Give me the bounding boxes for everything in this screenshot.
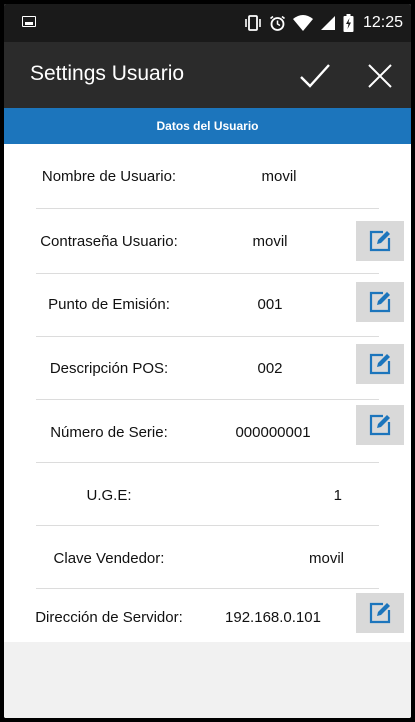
field-value: 192.168.0.101 [225,609,321,626]
check-icon [300,64,330,88]
edit-icon [369,602,391,624]
row-uge: U.G.E: 1 [4,463,411,526]
edit-numero-serie-button[interactable] [356,405,404,445]
signal-icon [320,15,336,31]
field-value: movil [261,168,297,185]
edit-icon [369,414,391,436]
field-value: movil [308,550,344,567]
field-label: Contraseña Usuario: [40,233,178,250]
edit-punto-emision-button[interactable] [356,282,404,322]
close-icon [368,64,392,88]
row-direccion-servidor: Dirección de Servidor: 192.168.0.101 [4,589,411,642]
status-bar: 12:25 [4,4,411,42]
field-label: Clave Vendedor: [53,550,165,567]
status-icons: 12:25 [244,12,403,34]
status-clock: 12:25 [362,14,403,31]
field-label: U.G.E: [86,487,132,504]
row-descripcion-pos: Descripción POS: 002 [4,337,411,400]
vibrate-icon [244,15,262,31]
field-value: movil [252,233,288,250]
edit-direccion-servidor-button[interactable] [356,593,404,633]
row-clave-vendedor: Clave Vendedor: movil [4,526,411,589]
field-label: Dirección de Servidor: [35,609,183,626]
edit-icon [369,353,391,375]
image-notification-icon [22,16,36,27]
field-value: 002 [257,360,283,377]
field-label: Punto de Emisión: [48,296,170,313]
row-punto-emision: Punto de Emisión: 001 [4,274,411,337]
settings-list: Nombre de Usuario: movil Contraseña Usua… [4,144,411,642]
phone-screen: 12:25 Settings Usuario Datos del Usuario… [4,4,411,718]
field-label: Descripción POS: [49,360,169,377]
alarm-icon [269,15,286,32]
page-title: Settings Usuario [30,62,185,85]
battery-charging-icon [343,14,354,32]
edit-descripcion-pos-button[interactable] [356,344,404,384]
field-label: Nombre de Usuario: [41,168,177,185]
field-value: 001 [257,296,283,313]
edit-icon [369,291,391,313]
field-value: 000000001 [235,424,311,441]
bottom-empty-area [4,642,411,718]
row-contrasena-usuario: Contraseña Usuario: movil [4,209,411,274]
section-title: Datos del Usuario [156,119,259,133]
app-bar: Settings Usuario [4,42,411,108]
row-nombre-usuario: Nombre de Usuario: movil [4,144,411,209]
field-value: 1 [333,487,342,504]
field-label: Número de Serie: [50,424,168,441]
confirm-button[interactable] [295,56,335,96]
row-numero-serie: Número de Serie: 000000001 [4,400,411,463]
wifi-icon [292,15,313,31]
edit-icon [369,230,391,252]
section-header: Datos del Usuario [4,108,411,144]
edit-password-button[interactable] [356,221,404,261]
close-button[interactable] [360,56,400,96]
